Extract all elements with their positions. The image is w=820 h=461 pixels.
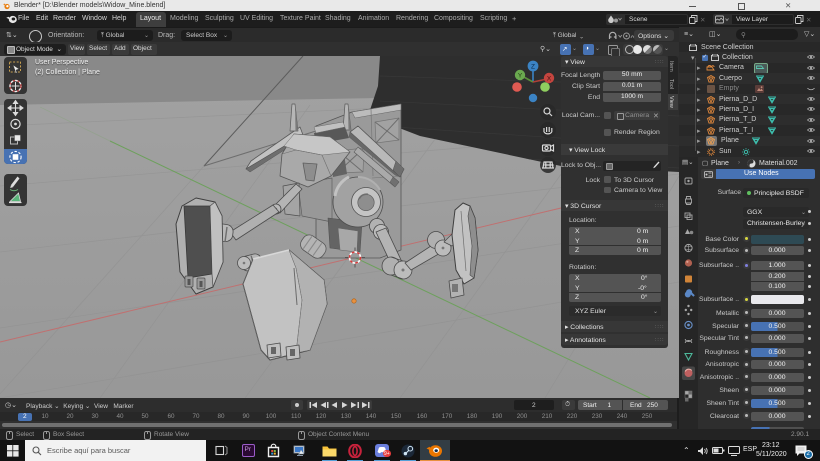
svg-text:Z: Z: [531, 64, 535, 71]
svg-text:Y: Y: [518, 73, 523, 80]
svg-text:X: X: [547, 76, 552, 83]
